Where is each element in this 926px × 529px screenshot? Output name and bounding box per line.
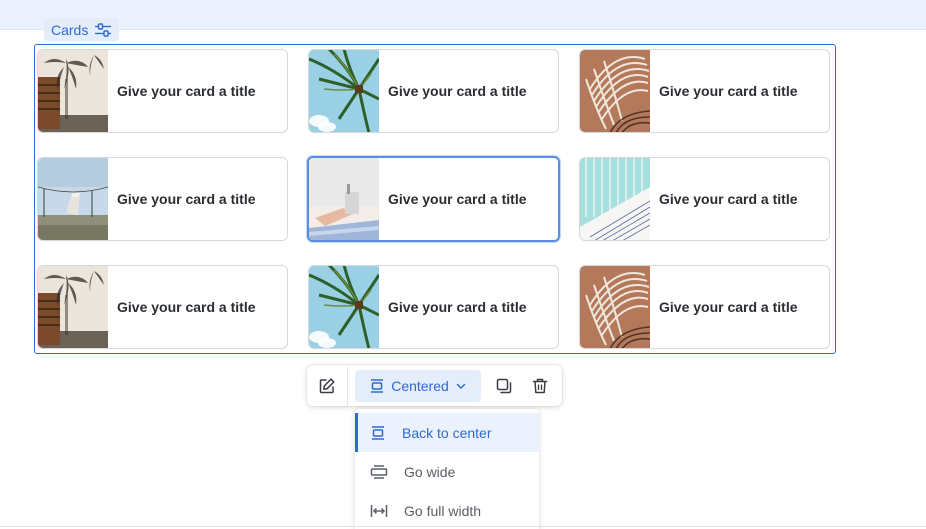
align-center-icon [372, 425, 384, 440]
trash-icon [532, 378, 548, 393]
card-image-palm-shadow [38, 266, 108, 348]
alignment-dropdown[interactable]: Centered [355, 369, 481, 402]
full-width-icon [370, 504, 388, 517]
card-title[interactable]: Give your card a title [108, 83, 256, 99]
card-5-selected[interactable]: Give your card a title [307, 156, 560, 242]
card-title[interactable]: Give your card a title [379, 83, 527, 99]
bottom-divider [0, 526, 926, 527]
menu-item-go-wide[interactable]: Go wide [355, 452, 539, 491]
block-type-label[interactable]: Cards [44, 18, 120, 41]
align-wide-icon [370, 464, 388, 479]
chevron-down-icon [456, 383, 466, 389]
card-image-beach-hut [38, 158, 108, 240]
card-title[interactable]: Give your card a title [108, 299, 256, 315]
card-8[interactable]: Give your card a title [308, 265, 559, 349]
pencil-icon [319, 377, 335, 393]
menu-item-back-to-center[interactable]: Back to center [355, 413, 539, 452]
card-image-wire-chair [580, 266, 650, 348]
top-band [0, 0, 926, 30]
sliders-icon [95, 22, 112, 37]
alignment-menu: Back to center Go wide Go full width [355, 409, 539, 529]
card-9[interactable]: Give your card a title [579, 265, 830, 349]
card-image-pool-stairs [309, 158, 379, 240]
card-title[interactable]: Give your card a title [650, 83, 798, 99]
card-1[interactable]: Give your card a title [37, 49, 288, 133]
card-7[interactable]: Give your card a title [37, 265, 288, 349]
card-title[interactable]: Give your card a title [108, 191, 256, 207]
delete-button[interactable] [522, 365, 558, 406]
card-title[interactable]: Give your card a title [379, 299, 527, 315]
duplicate-icon [496, 378, 512, 393]
card-image-palm-sky [309, 266, 379, 348]
card-4[interactable]: Give your card a title [37, 157, 288, 241]
menu-item-label: Go wide [404, 463, 456, 480]
edit-button[interactable] [307, 365, 348, 406]
card-title[interactable]: Give your card a title [650, 299, 798, 315]
block-toolbar: Centered [307, 365, 562, 406]
card-image-wire-chair [580, 50, 650, 132]
editor-canvas: Cards Give your card a title Give your c… [0, 0, 926, 529]
card-3[interactable]: Give your card a title [579, 49, 830, 133]
align-center-icon [371, 378, 384, 393]
alignment-label: Centered [391, 377, 449, 394]
card-6[interactable]: Give your card a title [579, 157, 830, 241]
card-2[interactable]: Give your card a title [308, 49, 559, 133]
card-title[interactable]: Give your card a title [379, 191, 527, 207]
duplicate-button[interactable] [486, 365, 522, 406]
card-image-glass-building [580, 158, 650, 240]
card-title[interactable]: Give your card a title [650, 191, 798, 207]
menu-item-label: Back to center [402, 424, 492, 441]
block-label-text: Cards [51, 21, 89, 38]
menu-item-go-full-width[interactable]: Go full width [355, 491, 539, 529]
card-image-palm-sky [309, 50, 379, 132]
menu-item-label: Go full width [404, 502, 482, 519]
card-image-palm-shadow [38, 50, 108, 132]
